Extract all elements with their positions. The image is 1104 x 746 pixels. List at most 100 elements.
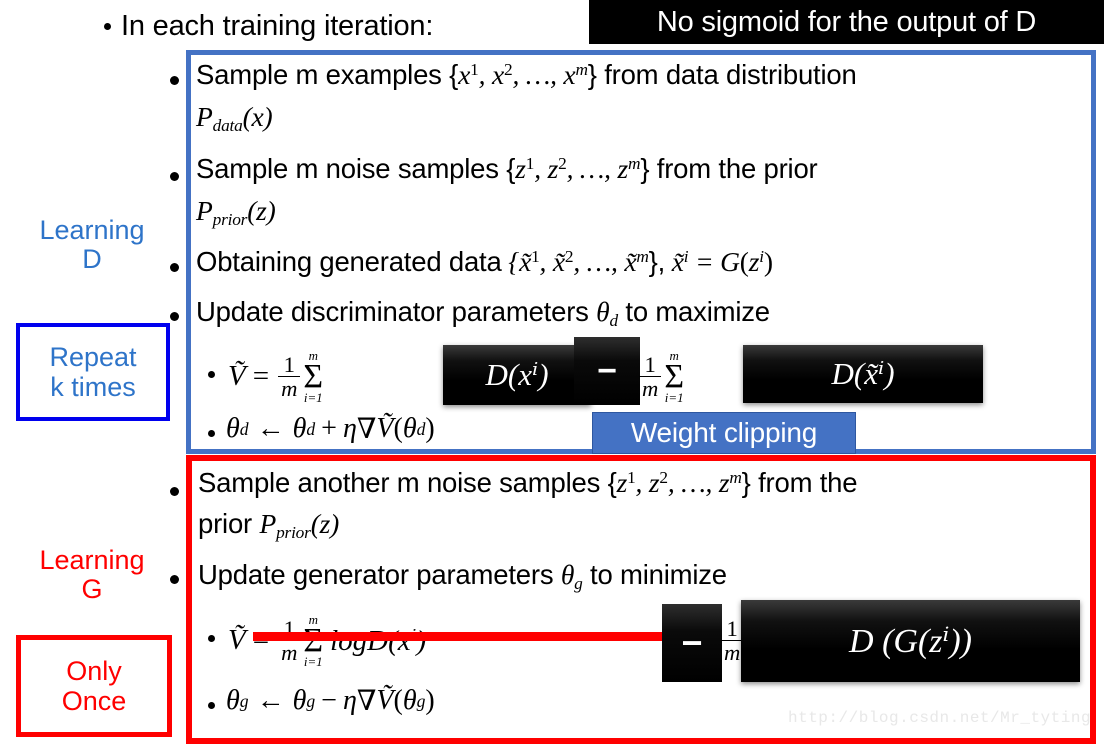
v-tilde-symbol: Ṽ [228, 360, 246, 393]
watermark: http://blog.csdn.net/Mr_tyting [788, 709, 1091, 727]
no-sigmoid-banner: No sigmoid for the output of D [589, 0, 1104, 44]
step-update-generator: Update generator parameters θg to minimi… [198, 558, 727, 594]
sum-lower-limit: i=1 [303, 654, 323, 670]
theta-symbol: θ [596, 296, 610, 327]
weight-clipping-chip: Weight clipping [592, 412, 856, 454]
only-once-line2: Once [61, 686, 127, 716]
theta-symbol: θ [402, 685, 417, 716]
brace-close: } [587, 59, 597, 90]
formula-d-objective-second-term: 1 m m Σ i=1 [637, 349, 685, 406]
repeat-k-times-line2: k times [50, 372, 136, 402]
only-once-line1: Only [66, 655, 122, 686]
fraction-one-over-m: 1 m [639, 352, 662, 400]
summation-symbol: m Σ i=1 [303, 349, 324, 406]
theta-symbol: θ [560, 559, 575, 590]
p-subscript: data [212, 115, 243, 135]
theta-symbol: θ [402, 413, 417, 444]
theta-subscript: g [306, 690, 316, 711]
bullet-icon [170, 312, 179, 321]
brace-close: } [741, 467, 751, 498]
minus-sign: − [597, 351, 617, 390]
sigma-glyph: Σ [664, 357, 685, 395]
learning-g-label-line1: Learning [39, 545, 145, 575]
bullet-icon [170, 487, 179, 496]
eta-symbol: η [342, 413, 357, 444]
fraction-one-over-m: 1 m [721, 617, 744, 664]
theta-subscript: g [416, 690, 426, 711]
fraction-numerator: 1 [644, 352, 656, 378]
p-subscript: prior [212, 209, 248, 229]
p-prior-expression: Pprior(z) [196, 194, 276, 230]
formula-d-objective: Ṽ = 1 m m Σ i=1 [228, 349, 324, 406]
bullet-icon [208, 371, 215, 378]
theta-subscript: d [609, 310, 618, 330]
redaction-box-d-of-x-text: D(xⁱ) [485, 357, 549, 392]
no-sigmoid-banner-text: No sigmoid for the output of D [656, 5, 1037, 38]
plus-sign: + [321, 413, 337, 444]
fraction-denominator: m [278, 640, 301, 664]
theta-symbol: θ [292, 413, 307, 444]
only-once-box: Only Once [16, 635, 172, 737]
learning-d-label: Learning D [8, 215, 176, 275]
theta-symbol: θ [226, 413, 240, 444]
step-text: Obtaining generated data [196, 246, 502, 277]
step-text-tail: from the [750, 467, 858, 498]
step-text-tail: from the prior [649, 153, 818, 184]
fraction-numerator: 1 [283, 352, 295, 378]
p-subscript: prior [276, 522, 311, 542]
step-sample-another-m-noise: Sample another m noise samples {z1, z2, … [198, 467, 858, 498]
v-tilde-symbol: Ṽ [376, 413, 394, 444]
step-text: prior [198, 508, 260, 539]
bullet-icon [208, 635, 215, 642]
p-argument: (z) [247, 195, 276, 226]
redaction-box-minus-top: − [574, 337, 640, 405]
bullet-icon [208, 702, 215, 709]
formula-g-update: θg ← θg − η ∇ Ṽ (θ g) [226, 685, 435, 717]
redaction-box-d-of-xtilde: D(x̃ⁱ) [743, 345, 983, 403]
assign-arrow: ← [256, 685, 285, 716]
step-obtaining-generated-data: Obtaining generated data {x̃1, x̃2, …, x… [196, 246, 773, 277]
sigma-glyph: Σ [303, 357, 324, 395]
intro-text: In each training iteration: [121, 9, 434, 42]
redaction-box-d-of-x: D(xⁱ) [443, 345, 591, 405]
formula-d-update: θd ← θd + η ∇ Ṽ (θ d) [226, 413, 435, 445]
v-tilde-symbol: Ṽ [228, 624, 246, 657]
p-argument: (x) [242, 101, 273, 132]
minus-sign: − [321, 685, 337, 716]
bullet-icon [208, 430, 215, 437]
p-data-expression: Pdata(x) [196, 100, 273, 136]
bullet-icon [170, 575, 179, 584]
repeat-k-times-line1: Repeat [49, 341, 137, 372]
minus-sign: − [681, 622, 703, 663]
step-text: Sample m noise samples { [196, 153, 516, 184]
sum-lower-limit: i=1 [303, 390, 323, 406]
theta-symbol: θ [226, 685, 240, 716]
fraction-denominator: m [639, 376, 662, 400]
nabla-symbol: ∇ [356, 686, 377, 717]
brace-close: } [640, 153, 650, 184]
fraction-one-over-m: 1 m [278, 352, 301, 400]
step-text: Sample m examples { [196, 59, 459, 90]
step-text: Update generator parameters [198, 559, 561, 590]
intro-line: In each training iteration: [104, 6, 624, 46]
sum-lower-limit: i=1 [664, 390, 684, 406]
watermark-text: http://blog.csdn.net/Mr_tyting [788, 709, 1092, 727]
step-text: Sample another m noise samples { [198, 467, 617, 498]
fraction-denominator: m [278, 376, 301, 400]
redaction-box-d-of-g-of-z: D (G(zⁱ)) [741, 600, 1080, 682]
learning-d-label-line2: D [82, 244, 102, 275]
step-text-tail: from data distribution [596, 59, 857, 90]
eta-symbol: η [342, 685, 357, 716]
p-argument: (z) [310, 508, 340, 539]
summation-symbol: m Σ i=1 [664, 349, 685, 406]
brace-close: }, [648, 246, 666, 277]
theta-subscript: g [239, 690, 249, 711]
step-sample-m-noise: Sample m noise samples {z1, z2, …, zm} f… [196, 153, 818, 184]
redaction-box-d-of-xtilde-text: D(x̃ⁱ) [831, 356, 895, 391]
step-text: Update discriminator parameters [196, 296, 597, 327]
step-text-tail: to minimize [582, 559, 727, 590]
learning-d-label-line1: Learning [39, 215, 145, 245]
p-symbol: P [196, 195, 213, 226]
p-symbol: P [259, 508, 277, 539]
step-text-tail: to maximize [617, 296, 770, 327]
